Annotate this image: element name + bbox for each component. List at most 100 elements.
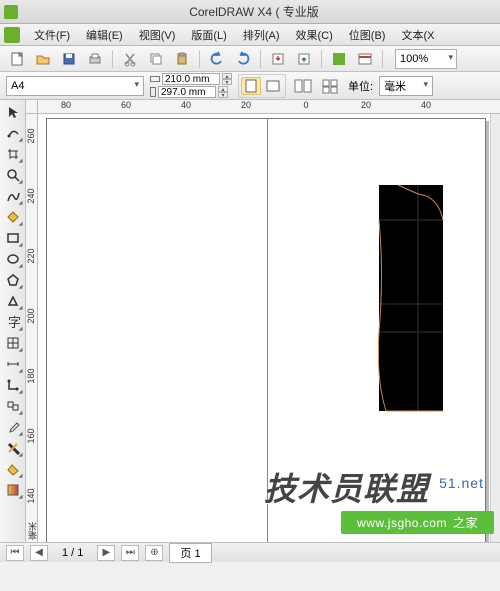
ruler-tick: 240: [26, 188, 36, 203]
eyedropper-tool[interactable]: [2, 417, 24, 437]
dimension-tool[interactable]: [2, 354, 24, 374]
unit-value: 毫米: [384, 78, 406, 94]
polygon-tool[interactable]: [2, 270, 24, 290]
height-spinner[interactable]: ▴▾: [218, 86, 228, 98]
page-width-field[interactable]: [162, 73, 220, 85]
table-tool[interactable]: [2, 333, 24, 353]
toolbox: 字: [0, 100, 26, 542]
add-page-button[interactable]: ⊕: [145, 545, 163, 561]
ruler-tick: 80: [61, 100, 71, 110]
cut-button[interactable]: [119, 49, 141, 69]
toolbar-separator: [321, 50, 322, 68]
ruler-tick: 20: [241, 100, 251, 110]
page-navigator: ⏮ ◀ 1 / 1 ▶ ⏭ ⊕ 页 1: [0, 542, 500, 562]
ruler-tick: 20: [361, 100, 371, 110]
menu-bitmap[interactable]: 位图(B): [341, 25, 394, 45]
svg-text:字: 字: [8, 315, 20, 329]
zoom-tool[interactable]: [2, 165, 24, 185]
page-height-field[interactable]: [158, 86, 216, 98]
menu-edit[interactable]: 编辑(E): [78, 25, 131, 45]
page-counter: 1 / 1: [54, 547, 91, 559]
ruler-tick: 160: [26, 428, 36, 443]
zoom-value: 100%: [400, 53, 428, 65]
save-button[interactable]: [58, 49, 80, 69]
pick-tool[interactable]: [2, 102, 24, 122]
shape-tool[interactable]: [2, 123, 24, 143]
app-launcher-button[interactable]: [328, 49, 350, 69]
welcome-button[interactable]: [354, 49, 376, 69]
ruler-unit: 毫米: [26, 522, 38, 540]
page-tab-label: 页 1: [180, 548, 200, 560]
vertical-scrollbar[interactable]: [490, 114, 500, 542]
zoom-level[interactable]: 100%: [395, 49, 457, 69]
menu-text[interactable]: 文本(X: [393, 25, 442, 45]
freehand-tool[interactable]: [2, 186, 24, 206]
ruler-tick: 260: [26, 128, 36, 143]
menu-view[interactable]: 视图(V): [131, 25, 184, 45]
ruler-tick: 220: [26, 248, 36, 263]
unit-label: 单位:: [348, 78, 373, 94]
orientation-buttons: [238, 74, 286, 98]
fill-tool[interactable]: [2, 459, 24, 479]
portrait-button[interactable]: [241, 77, 261, 95]
smart-fill-tool[interactable]: [2, 207, 24, 227]
work-area: 字 80 60 40 20 0 20 40 260 240 220 200 18…: [0, 100, 500, 542]
app-icon: [4, 27, 20, 43]
paper-size-select[interactable]: A4: [6, 76, 144, 96]
print-button[interactable]: [84, 49, 106, 69]
app-corner-icon: [4, 5, 18, 19]
basic-shapes-tool[interactable]: [2, 291, 24, 311]
ruler-corner[interactable]: [26, 100, 38, 114]
open-button[interactable]: [32, 49, 54, 69]
title-bar: CorelDRAW X4 ( 专业版: [0, 0, 500, 24]
crop-tool[interactable]: [2, 144, 24, 164]
ruler-tick: 40: [421, 100, 431, 110]
interactive-blend-tool[interactable]: [2, 396, 24, 416]
ruler-tick: 140: [26, 488, 36, 503]
rectangle-tool[interactable]: [2, 228, 24, 248]
page-dimensions: ▴▾ ▴▾: [150, 73, 232, 98]
first-page-button[interactable]: ⏮: [6, 545, 24, 561]
ruler-tick: 60: [121, 100, 131, 110]
landscape-button[interactable]: [263, 77, 283, 95]
vertical-ruler[interactable]: 260 240 220 200 180 160 140 毫米: [26, 114, 38, 542]
toolbar-separator: [112, 50, 113, 68]
connector-tool[interactable]: [2, 375, 24, 395]
width-icon: [150, 76, 160, 82]
prev-page-button[interactable]: ◀: [30, 545, 48, 561]
new-button[interactable]: [6, 49, 28, 69]
menu-bar: 文件(F) 编辑(E) 视图(V) 版面(L) 排列(A) 效果(C) 位图(B…: [0, 24, 500, 46]
ruler-tick: 200: [26, 308, 36, 323]
menu-effects[interactable]: 效果(C): [288, 25, 341, 45]
ellipse-tool[interactable]: [2, 249, 24, 269]
last-page-button[interactable]: ⏭: [121, 545, 139, 561]
drawing-objects[interactable]: [378, 184, 454, 414]
menu-layout[interactable]: 版面(L): [183, 25, 234, 45]
undo-button[interactable]: [206, 49, 228, 69]
toolbar-separator: [260, 50, 261, 68]
text-tool[interactable]: 字: [2, 312, 24, 332]
copy-button[interactable]: [145, 49, 167, 69]
height-icon: [150, 87, 156, 97]
interactive-fill-tool[interactable]: [2, 480, 24, 500]
width-spinner[interactable]: ▴▾: [222, 73, 232, 85]
next-page-button[interactable]: ▶: [97, 545, 115, 561]
standard-toolbar: 100%: [0, 46, 500, 72]
page-tab[interactable]: 页 1: [169, 543, 211, 563]
paste-button[interactable]: [171, 49, 193, 69]
ruler-tick: 180: [26, 368, 36, 383]
drawing-canvas[interactable]: [38, 114, 490, 542]
import-button[interactable]: [267, 49, 289, 69]
menu-arrange[interactable]: 排列(A): [235, 25, 288, 45]
menu-file[interactable]: 文件(F): [26, 25, 78, 45]
page-center-guide: [267, 118, 268, 542]
property-bar: A4 ▴▾ ▴▾ 单位: 毫米: [0, 72, 500, 100]
all-pages-button[interactable]: [320, 76, 342, 96]
horizontal-ruler[interactable]: 80 60 40 20 0 20 40: [38, 100, 500, 114]
outline-tool[interactable]: [2, 438, 24, 458]
unit-select[interactable]: 毫米: [379, 76, 433, 96]
export-button[interactable]: [293, 49, 315, 69]
window-title: CorelDRAW X4 ( 专业版: [18, 3, 500, 20]
facing-pages-button[interactable]: [292, 76, 314, 96]
redo-button[interactable]: [232, 49, 254, 69]
